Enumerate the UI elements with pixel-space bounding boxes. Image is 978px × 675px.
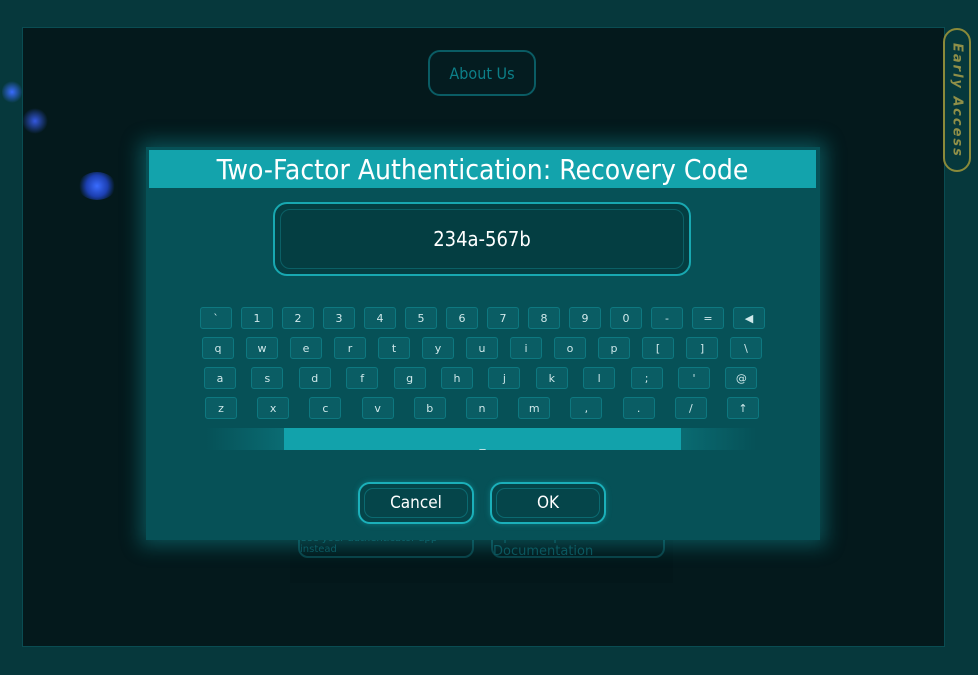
keyboard-key[interactable]: s	[251, 367, 284, 389]
keyboard-row-1: ` 1 2 3 4 5 6 7 8 9 0- = ◀	[146, 307, 820, 329]
keyboard-key[interactable]: 8	[528, 307, 560, 329]
recovery-code-dialog: Two-Factor Authentication: Recovery Code…	[146, 147, 820, 540]
particle-decoration	[2, 80, 22, 104]
keyboard-key[interactable]: r	[334, 337, 366, 359]
keyboard-key[interactable]: a	[204, 367, 236, 389]
keyboard-key[interactable]: g	[393, 367, 426, 389]
keyboard-key[interactable]: n	[466, 397, 498, 419]
keyboard-key[interactable]: 0	[610, 307, 642, 329]
recovery-code-field[interactable]	[273, 202, 691, 276]
dialog-title: Two-Factor Authentication: Recovery Code	[149, 150, 816, 188]
keyboard-key[interactable]: e	[290, 337, 322, 359]
keyboard-key[interactable]: '	[678, 367, 710, 389]
keyboard-key[interactable]: h	[441, 367, 473, 389]
particle-decoration	[78, 172, 116, 200]
keyboard-key[interactable]: q	[202, 337, 234, 359]
keyboard-key[interactable]: b	[413, 397, 446, 419]
keyboard-key[interactable]: x	[257, 397, 290, 419]
keyboard-key[interactable]: c	[309, 397, 342, 419]
keyboard-key[interactable]: .	[622, 397, 655, 419]
keyboard-key[interactable]: v	[361, 397, 394, 419]
keyboard-key[interactable]: @	[725, 367, 758, 389]
keyboard-key[interactable]: o	[554, 337, 586, 359]
keyboard-key[interactable]: t	[378, 337, 410, 359]
keyboard-key[interactable]: 6	[446, 307, 478, 329]
early-access-label: Early Access	[949, 42, 965, 158]
keyboard-row-4: z x c v b n m,. / ↑	[146, 397, 820, 419]
keyboard-key[interactable]: w	[246, 337, 278, 359]
cancel-button[interactable]: Cancel	[358, 482, 474, 524]
screen: About Us Early Access Use your authentic…	[0, 0, 978, 675]
keyboard-key[interactable]: ,	[570, 397, 603, 419]
keyboard-key[interactable]: u	[466, 337, 498, 359]
early-access-badge: Early Access	[943, 28, 971, 172]
keyboard-row-3: a s d f g h j k l; ' @	[146, 367, 820, 389]
keyboard-key[interactable]: l	[583, 367, 616, 389]
recovery-code-input[interactable]	[330, 226, 634, 252]
keyboard-key[interactable]: 1	[241, 307, 273, 329]
keyboard-key[interactable]: p	[598, 337, 630, 359]
ok-button-label: OK	[536, 493, 560, 513]
keyboard-key[interactable]: /	[674, 397, 707, 419]
keyboard-key[interactable]: j	[488, 367, 521, 389]
keyboard-key[interactable]: ;	[630, 367, 663, 389]
keyboard-key[interactable]: z	[205, 397, 237, 419]
keyboard-key[interactable]: ]	[686, 337, 718, 359]
keyboard-key[interactable]: 3	[323, 307, 355, 329]
keyboard-key[interactable]: 5	[405, 307, 437, 329]
cancel-button-label: Cancel	[390, 493, 442, 513]
keyboard-key[interactable]: d	[298, 367, 331, 389]
keyboard-row-2: q w e r t y u i o p [] \	[146, 337, 820, 359]
keyboard-key[interactable]: i	[510, 337, 542, 359]
ok-button[interactable]: OK	[490, 482, 606, 524]
keyboard-key[interactable]: 7	[487, 307, 519, 329]
keyboard-key[interactable]: =	[692, 307, 724, 329]
keyboard-key[interactable]: `	[200, 307, 232, 329]
keyboard-key[interactable]: k	[535, 367, 568, 389]
keyboard-key[interactable]: m	[518, 397, 551, 419]
keyboard-key[interactable]: f	[346, 367, 379, 389]
keyboard-key[interactable]: 9	[569, 307, 601, 329]
backspace-key[interactable]: ◀	[733, 307, 765, 329]
about-us-button[interactable]: About Us	[428, 50, 536, 96]
keyboard-key[interactable]: y	[422, 337, 454, 359]
particle-decoration	[22, 108, 48, 134]
keyboard-key[interactable]: 2	[282, 307, 314, 329]
keyboard-key[interactable]: -	[651, 307, 683, 329]
shift-key[interactable]: ↑	[727, 397, 759, 419]
space-key[interactable]: _	[284, 428, 681, 450]
keyboard-key[interactable]: \	[730, 337, 762, 359]
keyboard-key[interactable]: 4	[364, 307, 396, 329]
keyboard-key[interactable]: [	[642, 337, 674, 359]
